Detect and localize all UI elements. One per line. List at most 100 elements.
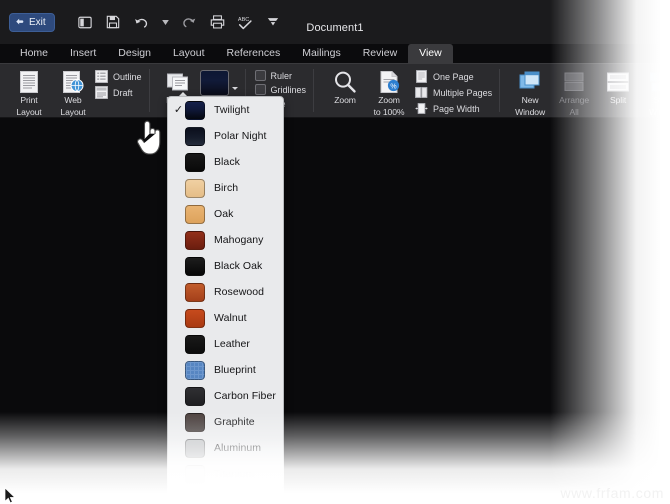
ribbon-group-views: Print Layout Web Layout Outline Draft bbox=[0, 64, 149, 117]
menu-item-twilight[interactable]: ✓ Twilight bbox=[168, 97, 283, 123]
menu-item-aluminum[interactable]: Aluminum bbox=[168, 435, 283, 461]
split-button[interactable]: Split bbox=[596, 67, 640, 106]
switch-windows-button[interactable]: Switch Windows bbox=[640, 67, 670, 117]
menu-item-birch[interactable]: Birch bbox=[168, 175, 283, 201]
theme-swatch-icon bbox=[185, 360, 205, 380]
print-layout-label-line1: Print bbox=[20, 95, 38, 105]
multiple-pages-label: Multiple Pages bbox=[433, 87, 493, 98]
arrange-all-label-line1: Arrange bbox=[559, 95, 590, 105]
tab-view[interactable]: View bbox=[408, 44, 453, 63]
menu-item-label: Walnut bbox=[214, 312, 247, 324]
theme-swatch-icon bbox=[185, 100, 205, 120]
multiple-pages-icon bbox=[415, 86, 428, 99]
menu-item-label: Leather bbox=[214, 338, 250, 350]
zoom-100-button[interactable]: % Zoom to 100% bbox=[367, 67, 411, 117]
menu-item-mahogany[interactable]: Mahogany bbox=[168, 227, 283, 253]
switch-windows-icon bbox=[646, 69, 670, 94]
theme-swatch-icon bbox=[185, 308, 205, 328]
theme-swatch-icon bbox=[185, 178, 205, 198]
ribbon-group-zoom: Zoom % Zoom to 100% One Page Multiple Pa… bbox=[313, 64, 499, 117]
web-layout-icon bbox=[60, 69, 86, 94]
menu-item-carbon-fiber[interactable]: Carbon Fiber bbox=[168, 383, 283, 409]
menu-item-blueprint[interactable]: Blueprint bbox=[168, 357, 283, 383]
screenshot-root: Exit ABC Document1 Home Insert Design La… bbox=[0, 0, 670, 504]
gridlines-checkbox[interactable]: Gridlines bbox=[254, 84, 307, 95]
draft-icon bbox=[95, 86, 108, 99]
menu-item-titanium[interactable]: Titanium bbox=[168, 461, 283, 487]
menu-item-polar-night[interactable]: Polar Night bbox=[168, 123, 283, 149]
split-icon bbox=[605, 69, 631, 94]
tab-layout[interactable]: Layout bbox=[162, 44, 216, 63]
menu-item-rosewood[interactable]: Rosewood bbox=[168, 279, 283, 305]
zoom-100-label-line2: to 100% bbox=[373, 106, 405, 117]
switch-windows-label-line1: Switch bbox=[653, 95, 670, 105]
theme-swatch-icon bbox=[185, 438, 205, 458]
checkbox-icon[interactable] bbox=[254, 70, 266, 81]
one-page-button[interactable]: One Page bbox=[415, 70, 492, 83]
gridlines-label: Gridlines bbox=[270, 84, 307, 95]
theme-swatch-icon bbox=[185, 412, 205, 432]
menu-item-black[interactable]: Black bbox=[168, 149, 283, 175]
theme-swatch-icon bbox=[185, 204, 205, 224]
page-width-button[interactable]: Page Width bbox=[415, 102, 492, 115]
zoom-label: Zoom bbox=[334, 95, 356, 105]
new-window-label-line1: New bbox=[521, 95, 539, 105]
tab-insert[interactable]: Insert bbox=[59, 44, 107, 63]
theme-swatch-icon bbox=[185, 282, 205, 302]
menu-item-label: Rosewood bbox=[214, 286, 265, 298]
theme-swatch-icon bbox=[185, 464, 205, 484]
menu-item-label: Blueprint bbox=[214, 364, 256, 376]
ruler-label: Ruler bbox=[270, 70, 293, 81]
svg-text:%: % bbox=[390, 83, 396, 90]
tab-references[interactable]: References bbox=[216, 44, 292, 63]
theme-swatch-icon bbox=[185, 230, 205, 250]
zoom-100-icon: % bbox=[376, 69, 402, 94]
tab-home[interactable]: Home bbox=[9, 44, 59, 63]
print-layout-button[interactable]: Print Layout bbox=[7, 67, 51, 117]
theme-swatch-icon bbox=[199, 69, 238, 96]
ruler-checkbox[interactable]: Ruler bbox=[254, 70, 307, 81]
chevron-down-icon[interactable] bbox=[231, 87, 238, 90]
web-layout-label-line2: Layout bbox=[60, 106, 86, 117]
menu-item-label: Graphite bbox=[214, 416, 255, 428]
menu-item-label: Birch bbox=[214, 182, 239, 194]
web-layout-label-line1: Web bbox=[64, 95, 82, 105]
new-window-icon bbox=[517, 69, 543, 94]
menu-item-label: Mahogany bbox=[214, 234, 264, 246]
menu-item-label: Carbon Fiber bbox=[214, 390, 276, 402]
theme-swatch[interactable] bbox=[199, 70, 229, 96]
menu-item-label: Twilight bbox=[214, 104, 250, 116]
menu-item-black-oak[interactable]: Black Oak bbox=[168, 253, 283, 279]
theme-swatch-icon bbox=[185, 152, 205, 172]
outline-button[interactable]: Outline bbox=[95, 70, 142, 83]
tab-mailings[interactable]: Mailings bbox=[291, 44, 352, 63]
theme-swatch-icon bbox=[185, 334, 205, 354]
arrange-all-button: Arrange All bbox=[552, 67, 596, 117]
ribbon-group-window: New Window Arrange All Split Swit Wind bbox=[499, 64, 670, 117]
menu-item-walnut[interactable]: Walnut bbox=[168, 305, 283, 331]
arrow-cursor-icon bbox=[4, 487, 16, 504]
checkbox-icon[interactable] bbox=[254, 84, 266, 95]
document-canvas[interactable] bbox=[0, 118, 670, 504]
draft-button[interactable]: Draft bbox=[95, 86, 142, 99]
theme-swatch-icon bbox=[185, 386, 205, 406]
menu-item-graphite[interactable]: Graphite bbox=[168, 409, 283, 435]
tab-review[interactable]: Review bbox=[352, 44, 408, 63]
new-window-button[interactable]: New Window bbox=[508, 67, 552, 117]
tab-design[interactable]: Design bbox=[107, 44, 162, 63]
watermark-text: www.frfam.com bbox=[560, 485, 664, 501]
quick-access-toolbar: Exit ABC Document1 bbox=[0, 0, 670, 44]
menu-item-label: Titanium bbox=[214, 468, 255, 480]
theme-swatch-icon bbox=[185, 256, 205, 276]
menu-item-leather[interactable]: Leather bbox=[168, 331, 283, 357]
menu-item-oak[interactable]: Oak bbox=[168, 201, 283, 227]
menu-item-label: Oak bbox=[214, 208, 234, 220]
word-application-window: Exit ABC Document1 Home Insert Design La… bbox=[0, 0, 670, 504]
theme-dropdown-menu: ✓ Twilight Polar Night Black Birch Oak M… bbox=[167, 96, 284, 488]
multiple-pages-button[interactable]: Multiple Pages bbox=[415, 86, 492, 99]
web-layout-button[interactable]: Web Layout bbox=[51, 67, 95, 117]
one-page-label: One Page bbox=[433, 71, 474, 82]
zoom-button[interactable]: Zoom bbox=[323, 67, 367, 106]
ribbon-view-tab: Print Layout Web Layout Outline Draft Ru… bbox=[0, 63, 670, 118]
zoom-100-label-line1: Zoom bbox=[378, 95, 400, 105]
